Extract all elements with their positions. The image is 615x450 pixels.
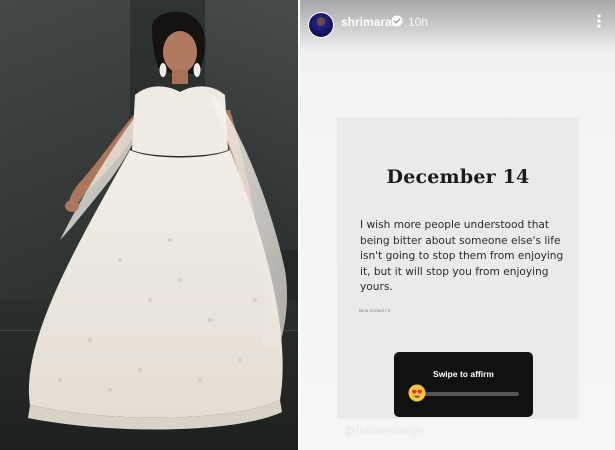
profile-avatar[interactable] [308,12,334,38]
story-panel[interactable]: shrimarai 10h December 14 I wish more pe… [300,0,615,450]
card-quote-text: I wish more people understood that being… [360,219,564,294]
verified-badge-icon [391,15,403,27]
post-timestamp: 10h [408,15,429,29]
emoji-slider-track[interactable] [424,392,519,396]
username[interactable]: shrimarai [341,15,395,29]
more-options-icon[interactable] [596,13,602,29]
card-author: Nina Grewal / X [359,308,391,313]
mention-tag[interactable]: @thelovechange [345,426,423,437]
photo-panel [0,0,298,450]
swipe-to-affirm-sticker[interactable]: Swipe to affirm [394,352,533,417]
woman-in-lehenga-photo [28,11,288,430]
swipe-label: Swipe to affirm [433,369,494,379]
heart-eyes-emoji-icon[interactable] [408,384,426,402]
card-date: December 14 [386,166,530,188]
